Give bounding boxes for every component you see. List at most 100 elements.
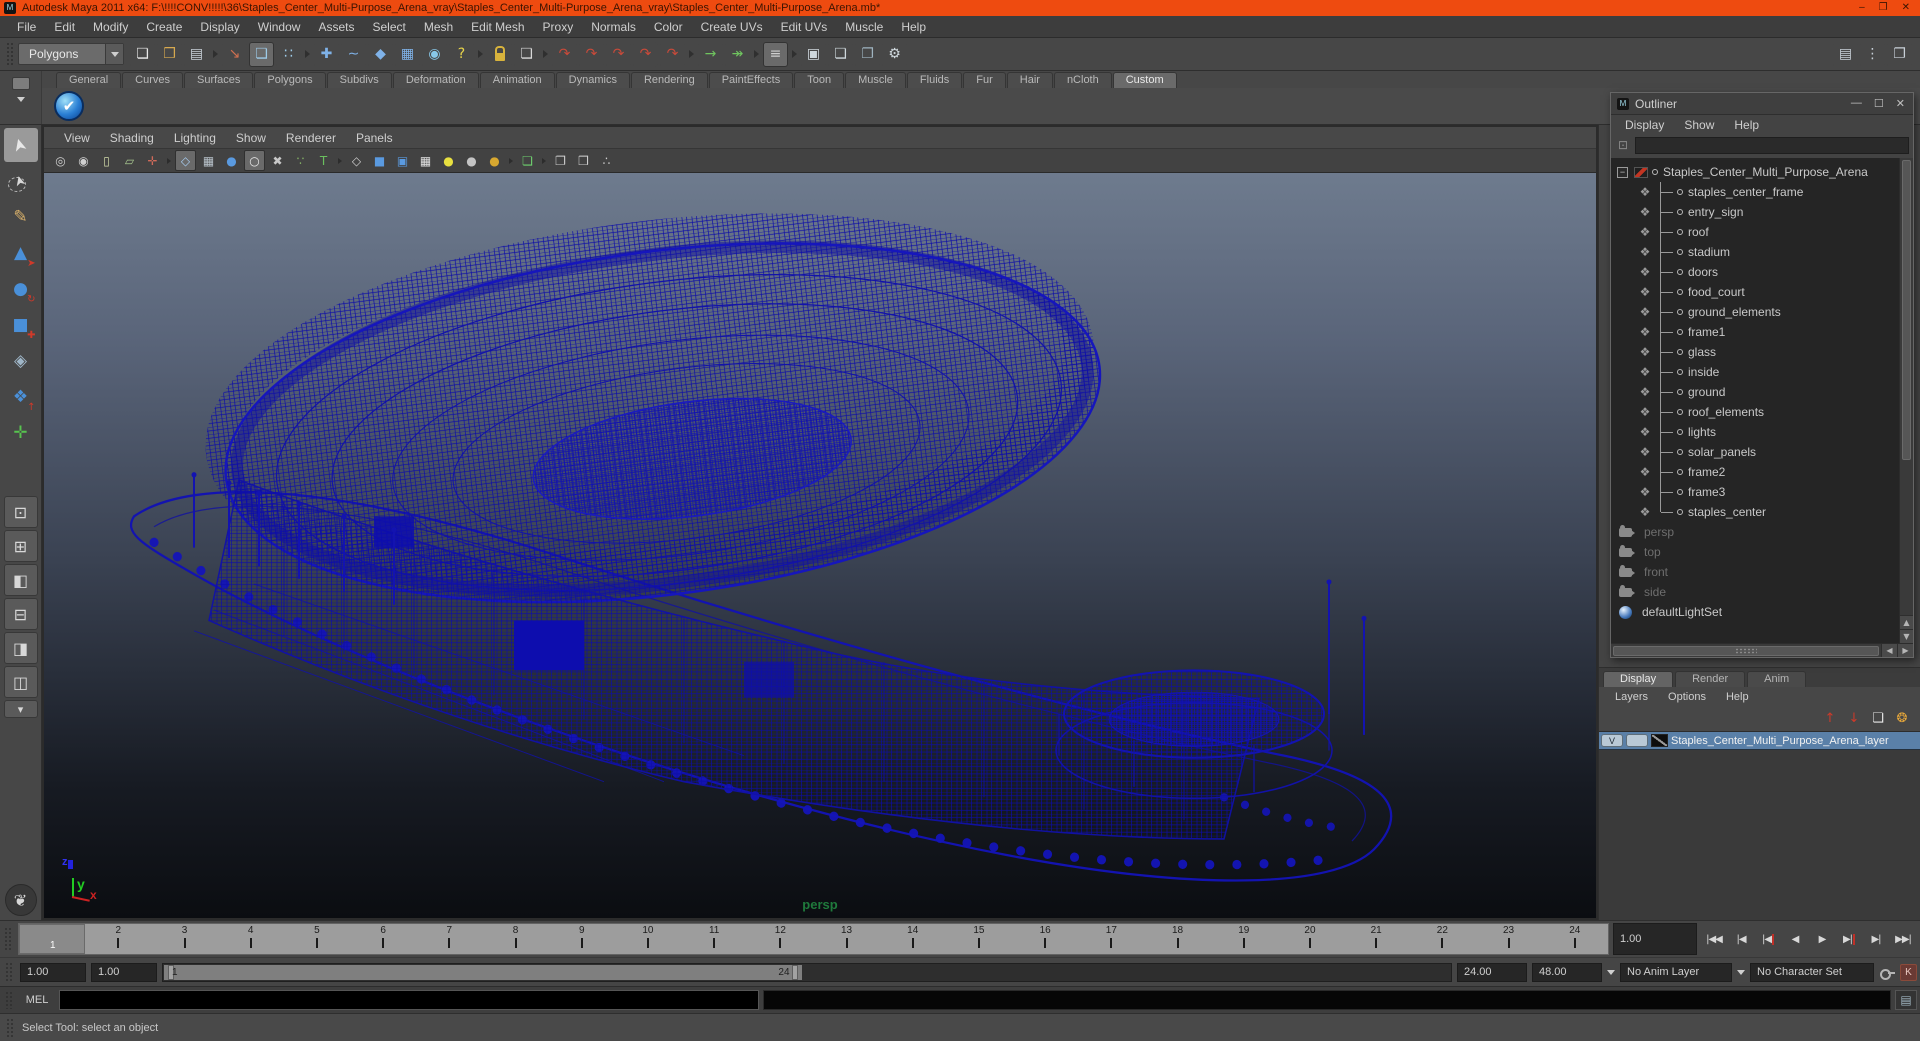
outliner-item[interactable]: ❖ staples_center [1615, 502, 1913, 522]
shaded-cube-icon[interactable]: ■ [369, 150, 390, 171]
character-set-selector[interactable]: No Character Set [1750, 962, 1874, 982]
persp-outliner-graph-layout-button[interactable]: ◫ [3, 666, 38, 698]
animation-end-field[interactable] [1532, 962, 1602, 982]
outliner-menu-item[interactable]: Help [1724, 118, 1769, 132]
outliner-item[interactable]: ❖ lights [1615, 422, 1913, 442]
textured-mode-icon[interactable]: T [313, 150, 334, 171]
scrollbar-thumb[interactable] [1902, 160, 1911, 460]
layer-editor-menu-item[interactable]: Help [1716, 691, 1759, 703]
shelf-tab[interactable]: Rendering [630, 72, 708, 88]
show-manipulator-tool[interactable]: ✛ [4, 416, 38, 450]
lock-selection-icon[interactable] [487, 41, 512, 67]
go-to-start-button[interactable]: |◀◀ [1701, 926, 1727, 952]
shelf-tab[interactable]: Hair [1006, 72, 1053, 88]
move-layer-up-icon[interactable]: ↑ [1820, 709, 1840, 729]
layer-editor-menu-item[interactable]: Options [1658, 691, 1716, 703]
range-slider-grip[interactable] [5, 962, 13, 982]
shelf-tab[interactable]: Surfaces [183, 72, 254, 88]
create-layer-from-selected-icon[interactable]: ❂ [1892, 709, 1912, 729]
select-component-icon[interactable]: ∷ [276, 41, 301, 67]
move-layer-down-icon[interactable]: ↓ [1844, 709, 1864, 729]
outliner-item[interactable]: ❖ frame3 [1615, 482, 1913, 502]
layer-color-swatch[interactable] [1651, 734, 1668, 747]
frame-tick[interactable]: 9 [549, 924, 615, 954]
shelf-tab[interactable]: Curves [122, 72, 183, 88]
all-lights-icon[interactable]: ● [484, 150, 505, 171]
render-current-frame-icon[interactable]: ❏ [828, 41, 853, 67]
play-backwards-button[interactable]: ◀ [1782, 926, 1808, 952]
menubar-item[interactable]: Window [249, 18, 310, 36]
frame-tick[interactable]: 20 [1277, 924, 1343, 954]
frame-tick[interactable]: 22 [1409, 924, 1475, 954]
outliner-item[interactable]: ❖ roof_elements [1615, 402, 1913, 422]
menu-set-selector[interactable]: Polygons [18, 43, 124, 65]
scroll-up-icon[interactable]: ▲ [1900, 615, 1913, 629]
outliner-item[interactable]: ❖ inside [1615, 362, 1913, 382]
outliner-item[interactable]: ❖ ground [1615, 382, 1913, 402]
snap-options-icon[interactable]: ? [449, 41, 474, 67]
menubar-item[interactable]: Select [363, 18, 414, 36]
new-scene-icon[interactable]: ❏ [130, 41, 155, 67]
universal-manipulator-tool[interactable]: ◈ [4, 344, 38, 378]
select-camera-icon[interactable]: ◎ [50, 150, 71, 171]
marquee-select-icon[interactable]: ❏ [517, 150, 538, 171]
panel-menu-item[interactable]: View [54, 130, 100, 146]
layer-editor-tab[interactable]: Display [1603, 671, 1674, 687]
create-empty-layer-icon[interactable]: ❏ [1868, 709, 1888, 729]
menubar-item[interactable]: Create [137, 18, 191, 36]
save-scene-icon[interactable]: ▤ [184, 41, 209, 67]
smooth-shade-icon[interactable]: ● [221, 150, 242, 171]
frame-tick[interactable]: 7 [416, 924, 482, 954]
tool-settings-toggle-icon[interactable]: ⋮ [1860, 41, 1885, 67]
outliner-menu-item[interactable]: Show [1674, 118, 1724, 132]
range-slider-track[interactable]: 1 24 [162, 962, 1452, 982]
shelf-tab[interactable]: Dynamics [555, 72, 630, 88]
shelf-tab[interactable]: Fluids [906, 72, 963, 88]
panel-menu-item[interactable]: Lighting [164, 130, 226, 146]
outliner-item[interactable]: ❖ stadium [1615, 242, 1913, 262]
channel-box-toggle-icon[interactable]: ❐ [1887, 41, 1912, 67]
scale-tool[interactable]: ■ ✚ [4, 308, 38, 342]
current-time-field[interactable] [1613, 923, 1697, 955]
minimize-button[interactable]: – [1859, 1, 1865, 15]
use-default-material-icon[interactable]: ▦ [415, 150, 436, 171]
perspective-viewport[interactable]: persp z y x [44, 173, 1596, 918]
menubar-item[interactable]: Assets [309, 18, 363, 36]
maximize-button[interactable]: ❐ [1879, 1, 1888, 15]
frame-tick[interactable]: 11 [681, 924, 747, 954]
outliner-item[interactable]: ❖ roof [1615, 222, 1913, 242]
animation-start-field[interactable] [20, 962, 86, 982]
select-object-icon[interactable]: ❏ [249, 41, 274, 67]
outliner-camera-item[interactable]: side [1615, 582, 1913, 602]
custom-shelf-check-button[interactable]: ✔ [54, 91, 84, 121]
close-button[interactable]: ✕ [1902, 1, 1910, 15]
frame-tick[interactable]: 17 [1078, 924, 1144, 954]
frame-tick[interactable]: 24 [1542, 924, 1608, 954]
xray-mode-icon[interactable]: ✖ [267, 150, 288, 171]
menubar-item[interactable]: Modify [84, 18, 137, 36]
input-to-selected-icon[interactable]: ↷ [552, 41, 577, 67]
last-tool-slot[interactable] [4, 452, 38, 486]
step-back-key-button[interactable]: |◀ [1755, 926, 1781, 952]
isolate-select-icon[interactable]: ❐ [550, 150, 571, 171]
make-live-icon[interactable]: ◉ [422, 41, 447, 67]
outliner-item[interactable]: ❖ frame2 [1615, 462, 1913, 482]
frame-tick[interactable]: 10 [615, 924, 681, 954]
shelf-tab[interactable]: PaintEffects [708, 72, 794, 88]
outliner-persp-layout-button[interactable]: ◧ [3, 564, 38, 596]
render-view-icon[interactable]: ▣ [801, 41, 826, 67]
render-settings-icon[interactable]: ⚙ [882, 41, 907, 67]
layout-dropdown-button[interactable]: ▾ [3, 700, 38, 718]
default-light-icon[interactable]: ● [438, 150, 459, 171]
camera-bookmarks-icon[interactable]: ▯ [96, 150, 117, 171]
outliner-camera-item[interactable]: front [1615, 562, 1913, 582]
menubar-item[interactable]: Mesh [415, 18, 462, 36]
layer-row[interactable]: V Staples_Center_Multi_Purpose_Arena_lay… [1599, 732, 1920, 750]
frame-tick[interactable]: 4 [218, 924, 284, 954]
script-editor-icon[interactable]: ▤ [1895, 990, 1917, 1010]
menubar-item[interactable]: Edit Mesh [462, 18, 533, 36]
outliner-horizontal-scrollbar[interactable]: ◀ ▶ [1611, 643, 1913, 657]
shelf-tab[interactable]: nCloth [1053, 72, 1112, 88]
go-to-end-button[interactable]: ▶▶| [1890, 926, 1916, 952]
outliner-vertical-scrollbar[interactable]: ▲ ▼ [1899, 158, 1913, 643]
